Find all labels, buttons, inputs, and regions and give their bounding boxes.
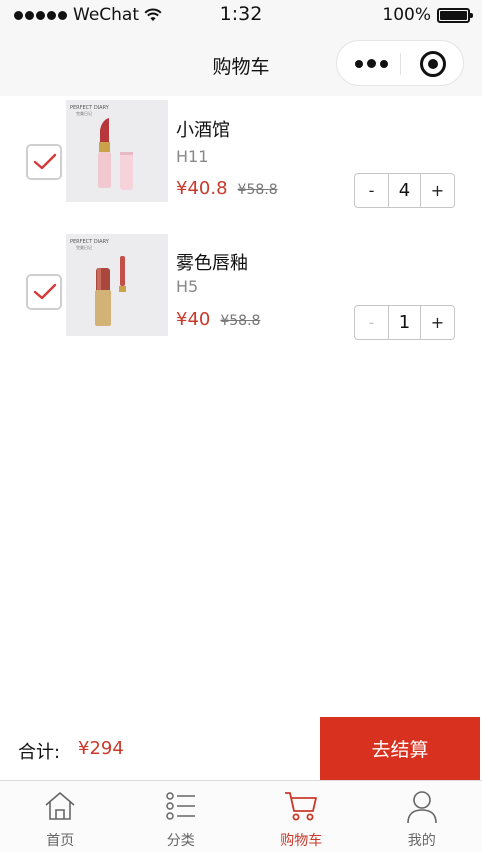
product-spec: H5 bbox=[176, 277, 199, 296]
product-spec: H11 bbox=[176, 147, 209, 166]
tab-label: 我的 bbox=[407, 833, 436, 849]
original-price: ¥58.8 bbox=[237, 182, 278, 198]
product-name[interactable]: 雾色唇釉 bbox=[176, 249, 248, 275]
thumb-sub-text: 完美日记 bbox=[76, 110, 92, 116]
nav-bar: 购物车 bbox=[0, 30, 482, 96]
price-row: ¥40.8 ¥58.8 bbox=[176, 178, 278, 199]
tab-label: 分类 bbox=[166, 833, 195, 849]
status-bar: WeChat 1:32 100% bbox=[0, 0, 482, 30]
increment-button[interactable]: + bbox=[421, 306, 454, 339]
cart-icon bbox=[285, 792, 318, 821]
more-icon[interactable] bbox=[355, 59, 388, 68]
tab-cart[interactable]: 购物车 bbox=[241, 781, 362, 852]
checkout-button[interactable]: 去结算 bbox=[320, 717, 480, 780]
quantity-value[interactable]: 1 bbox=[388, 306, 421, 339]
product-price: ¥40.8 bbox=[176, 178, 228, 199]
tab-home[interactable]: 首页 bbox=[0, 781, 121, 852]
tab-mine[interactable]: 我的 bbox=[362, 781, 482, 852]
category-list-icon bbox=[166, 792, 195, 820]
tab-label: 首页 bbox=[46, 833, 75, 849]
quantity-stepper: - 1 + bbox=[354, 305, 455, 340]
home-icon bbox=[45, 792, 75, 820]
cart-item: PERFECT DIARY 完美日记 雾色唇釉 H5 ¥40 ¥58.8 - 1… bbox=[0, 232, 482, 342]
battery-icon bbox=[437, 7, 473, 23]
product-price: ¥40 bbox=[176, 309, 211, 330]
lip-glaze-image: PERFECT DIARY 完美日记 bbox=[66, 234, 168, 336]
tab-bar: 首页 分类 购物车 我的 bbox=[0, 780, 482, 852]
tab-label: 购物车 bbox=[280, 833, 323, 849]
capsule-divider bbox=[400, 53, 401, 75]
increment-button[interactable]: + bbox=[421, 174, 454, 207]
item-checkbox[interactable] bbox=[26, 274, 62, 310]
lipstick-image: PERFECT DIARY 完美日记 bbox=[66, 100, 168, 202]
decrement-button[interactable]: - bbox=[355, 306, 388, 339]
miniprogram-capsule bbox=[336, 40, 464, 86]
summary-bar: 合计: ¥294 去结算 bbox=[0, 717, 482, 780]
decrement-button[interactable]: - bbox=[355, 174, 388, 207]
price-row: ¥40 ¥58.8 bbox=[176, 309, 260, 330]
total-label: 合计: bbox=[18, 742, 61, 763]
product-thumbnail[interactable]: PERFECT DIARY 完美日记 bbox=[66, 234, 168, 336]
product-thumbnail[interactable]: PERFECT DIARY 完美日记 bbox=[66, 100, 168, 202]
original-price: ¥58.8 bbox=[220, 313, 261, 329]
product-name[interactable]: 小酒馆 bbox=[176, 116, 230, 142]
item-checkbox[interactable] bbox=[26, 144, 62, 180]
cart-item: PERFECT DIARY 完美日记 小酒馆 H11 ¥40.8 ¥58.8 -… bbox=[0, 98, 482, 208]
total-value: ¥294 bbox=[78, 738, 124, 759]
battery-percent: 100% bbox=[382, 5, 431, 25]
checkmark-icon bbox=[33, 283, 57, 300]
quantity-value[interactable]: 4 bbox=[388, 174, 421, 207]
thumb-sub-text: 完美日记 bbox=[76, 244, 92, 250]
user-icon bbox=[406, 791, 437, 824]
close-miniprogram-icon[interactable] bbox=[420, 51, 446, 77]
quantity-stepper: - 4 + bbox=[354, 173, 455, 208]
status-right: 100% bbox=[382, 5, 473, 25]
checkmark-icon bbox=[33, 153, 57, 170]
tab-category[interactable]: 分类 bbox=[121, 781, 242, 852]
